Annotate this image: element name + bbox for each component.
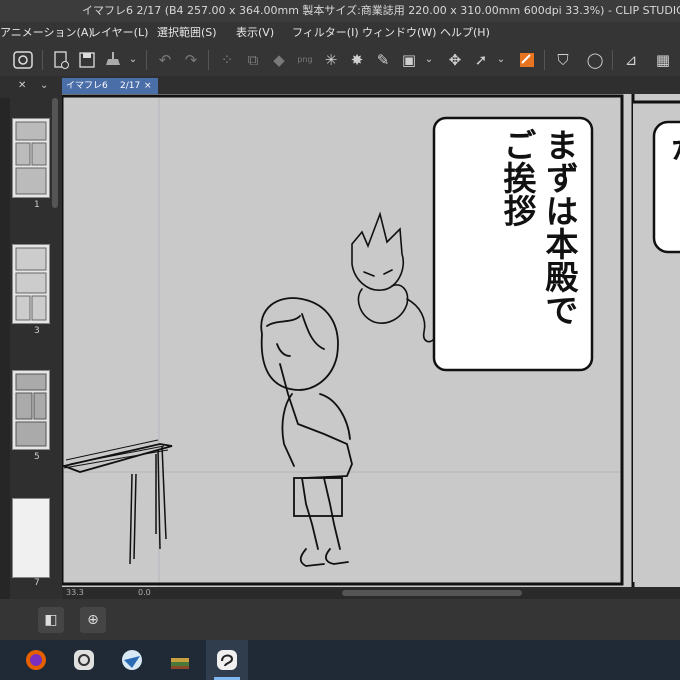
- speech-balloon-text: まずは本殿で ご挨拶: [446, 128, 580, 362]
- page-thumbnail[interactable]: [12, 498, 50, 578]
- crop-icon[interactable]: ⧉: [242, 49, 264, 71]
- fill-orange-icon[interactable]: [516, 49, 538, 71]
- lasso-icon[interactable]: ◯: [584, 49, 606, 71]
- layer-icon[interactable]: ⊕: [80, 607, 106, 633]
- close-icon[interactable]: ×: [144, 78, 152, 94]
- books-icon[interactable]: [168, 648, 192, 672]
- menu-bar: アニメーション(A) レイヤー(L) 選択範囲(S) 表示(V) フィルター(I…: [0, 22, 680, 44]
- menu-layer[interactable]: レイヤー(L): [90, 22, 148, 44]
- clip-studio-icon[interactable]: [72, 648, 96, 672]
- rotation-value[interactable]: 0.0: [138, 587, 151, 599]
- chevron-down-icon[interactable]: ⌄: [126, 49, 140, 71]
- balloon-line-1: まずは本殿で: [540, 128, 579, 326]
- grid-icon[interactable]: ▦: [652, 49, 674, 71]
- page-thumbnail[interactable]: [12, 118, 50, 198]
- new-icon[interactable]: [50, 49, 72, 71]
- firefox-icon[interactable]: [24, 648, 48, 672]
- sparkle-icon[interactable]: ✸: [346, 49, 368, 71]
- scrollbar[interactable]: [52, 98, 58, 208]
- menu-animation[interactable]: アニメーション(A): [0, 22, 93, 44]
- bottom-panel: ◧ ⊕: [0, 599, 680, 640]
- menu-selection[interactable]: 選択範囲(S): [157, 22, 217, 44]
- cursor-icon[interactable]: ➚: [470, 49, 492, 71]
- document-tab[interactable]: イマフレ6 2/17 ×: [62, 78, 158, 94]
- menu-view[interactable]: 表示(V): [236, 22, 274, 44]
- page-number: 7: [34, 578, 40, 588]
- title-bar: イマフレ6 2/17 (B4 257.00 x 364.00mm 製本サイズ:商…: [0, 0, 680, 22]
- transform-icon[interactable]: ✥: [444, 49, 466, 71]
- menu-help[interactable]: ヘルプ(H): [440, 22, 490, 44]
- document-page: 2/17: [120, 81, 141, 91]
- redo-icon[interactable]: ↷: [180, 49, 202, 71]
- bucket-icon[interactable]: ⛉: [552, 49, 574, 71]
- page-number: 3: [34, 326, 40, 336]
- canvas-area[interactable]: まずは本殿で ご挨拶 か: [62, 94, 680, 587]
- sparkle-icon[interactable]: ✳: [320, 49, 342, 71]
- png-icon[interactable]: png: [294, 49, 316, 71]
- page-thumbnail[interactable]: [12, 244, 50, 324]
- menu-filter[interactable]: フィルター(I): [292, 22, 359, 44]
- page-number: 5: [34, 452, 40, 462]
- document-name: イマフレ6: [66, 81, 108, 91]
- zoom-value[interactable]: 33.3: [66, 587, 84, 599]
- status-bar: 33.3 0.0: [62, 587, 680, 599]
- deselect-icon[interactable]: ⁘: [216, 49, 238, 71]
- chevron-down-icon[interactable]: ⌄: [40, 80, 48, 91]
- app-icon[interactable]: [120, 648, 144, 672]
- clip-logo-icon[interactable]: [12, 49, 34, 71]
- horizontal-scrollbar[interactable]: [342, 590, 522, 596]
- close-icon[interactable]: ✕: [18, 80, 26, 91]
- undo-icon[interactable]: ↶: [154, 49, 176, 71]
- taskbar: [0, 640, 680, 680]
- command-bar: ⌄ ↶ ↷ ⁘ ⧉ ◆ png ✳ ✸ ✎ ▣ ⌄ ✥ ➚ ⌄ ⛉ ◯ ⊿ ▦: [0, 44, 680, 77]
- page-manager-panel: ✕ ⌄ 1 3 5 7: [0, 76, 62, 636]
- balloon-line-2: ご挨拶: [498, 128, 537, 227]
- page-number: 1: [34, 200, 40, 210]
- save-icon[interactable]: [76, 49, 98, 71]
- page-thumbnail[interactable]: [12, 370, 50, 450]
- window-title: イマフレ6 2/17 (B4 257.00 x 364.00mm 製本サイズ:商…: [82, 4, 680, 17]
- chevron-down-icon[interactable]: ⌄: [422, 49, 436, 71]
- ruler-icon[interactable]: ⊿: [620, 49, 642, 71]
- clip-studio-paint-icon[interactable]: [215, 648, 239, 672]
- chevron-down-icon[interactable]: ⌄: [494, 49, 508, 71]
- eyedropper-icon[interactable]: ✎: [372, 49, 394, 71]
- export-icon[interactable]: [102, 49, 124, 71]
- menu-window[interactable]: ウィンドウ(W): [362, 22, 436, 44]
- balloon-partial-text: か: [665, 132, 680, 162]
- panel-toggle-icon[interactable]: ◧: [38, 607, 64, 633]
- canvas-icon[interactable]: ▣: [398, 49, 420, 71]
- fill-icon[interactable]: ◆: [268, 49, 290, 71]
